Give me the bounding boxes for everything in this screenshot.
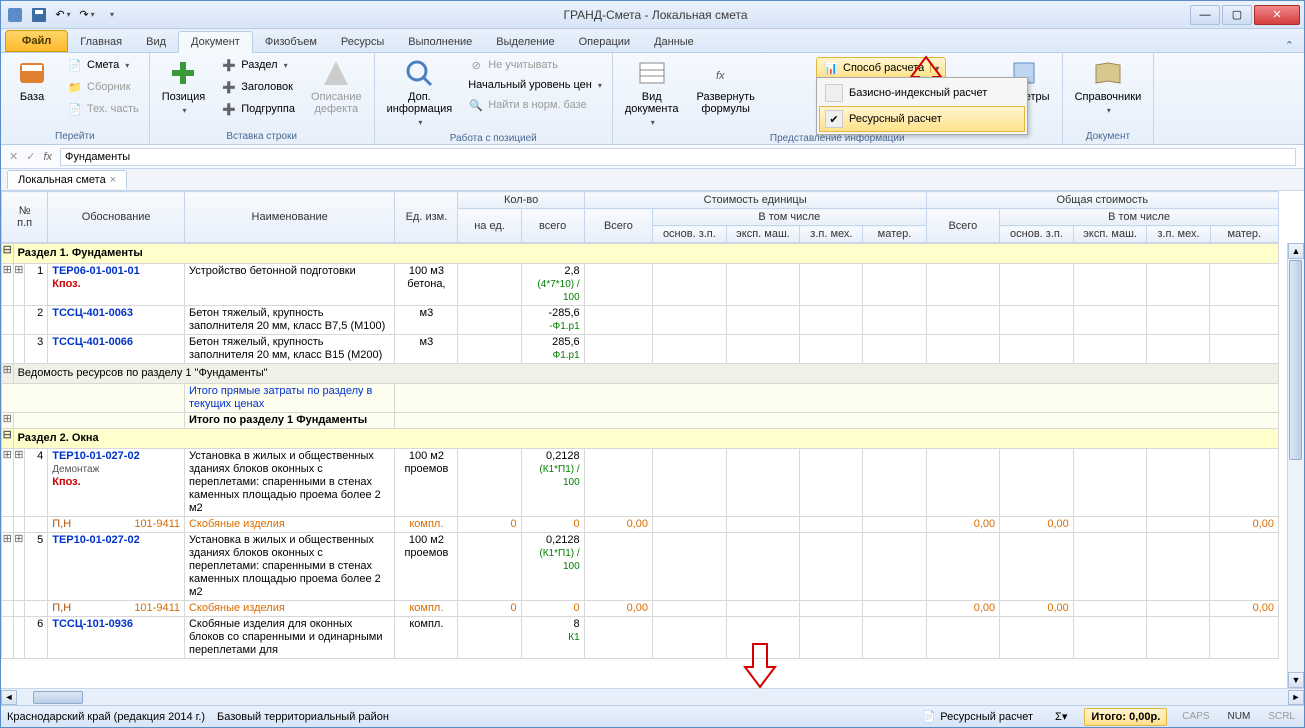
docview-button[interactable]: Вид документа▾	[619, 55, 685, 131]
sheet-icon: 📄	[921, 709, 937, 725]
header-button[interactable]: ➕Заголовок	[217, 77, 299, 97]
qat-more-icon[interactable]: ▾	[101, 5, 121, 25]
horizontal-scrollbar[interactable]: ◄ ►	[1, 688, 1304, 705]
grid-icon	[636, 57, 668, 89]
section-row: ⊟Раздел 2. Окна	[2, 429, 1279, 449]
section-row: ⊟Раздел 1. Фундаменты	[2, 244, 1279, 264]
titlebar: ↶▾ ↷▾ ▾ ГРАНД-Смета - Локальная смета — …	[1, 1, 1304, 29]
status-area: Базовый территориальный район	[217, 711, 389, 723]
grid-body[interactable]: ⊟Раздел 1. Фундаменты ⊞⊞ 1 ТЕР06-01-001-…	[1, 243, 1279, 659]
table-row: П,Н101-9411 Скобяные изделия компл. 0 0 …	[2, 601, 1279, 617]
annotation-arrow-down	[740, 642, 780, 692]
sbornik-button: 📁Сборник	[63, 77, 143, 97]
scrl-indicator: SCRL	[1265, 711, 1298, 722]
checkbox-checked-icon: ✔	[825, 110, 843, 128]
sheet-tabs: Локальная смета ×	[1, 169, 1304, 191]
defect-desc-button: Описание дефекта	[305, 55, 368, 117]
minimize-button[interactable]: —	[1190, 5, 1220, 25]
tab-view[interactable]: Вид	[134, 32, 178, 52]
warn-icon	[320, 57, 352, 89]
baselevel-button[interactable]: Начальный уровень цен▾	[464, 77, 606, 93]
file-tab[interactable]: Файл	[5, 30, 68, 52]
caps-indicator: CAPS	[1179, 711, 1212, 722]
group-doc-label: Документ	[1069, 129, 1148, 144]
grid-header: № п.п Обоснование Наименование Ед. изм. …	[1, 191, 1279, 243]
qat-save-icon[interactable]	[29, 5, 49, 25]
status-sigma-icon[interactable]: Σ▾	[1050, 708, 1072, 725]
table-row: П,Н101-9411 Скобяные изделия компл. 0 0 …	[2, 517, 1279, 533]
sheet-tab[interactable]: Локальная смета ×	[7, 170, 127, 189]
subgroup-button[interactable]: ➕Подгруппа	[217, 99, 299, 119]
qat-redo-icon[interactable]: ↷▾	[77, 5, 97, 25]
ribbon: База 📄Смета▾ 📁Сборник 📄Тех. часть Перейт…	[1, 53, 1304, 145]
status-bar: Краснодарский край (редакция 2014 г.) Ба…	[1, 705, 1304, 727]
table-row: 3 ТССЦ-401-0066 Бетон тяжелый, крупность…	[2, 335, 1279, 364]
vertical-scrollbar[interactable]: ▲ ▼	[1287, 243, 1304, 688]
sheet-close-icon[interactable]: ×	[110, 174, 116, 186]
smeta-button[interactable]: 📄Смета▾	[63, 55, 143, 75]
table-row: ⊞⊞ 5 ТЕР10-01-027-02 Установка в жилых и…	[2, 533, 1279, 601]
ignore-button: ⊘Не учитывать	[464, 55, 606, 75]
tab-resources[interactable]: Ресурсы	[329, 32, 396, 52]
table-row: 6 ТССЦ-101-0936 Скобяные изделия для око…	[2, 617, 1279, 659]
tab-phys[interactable]: Физобъем	[253, 32, 329, 52]
sprav-button[interactable]: Справочники▾	[1069, 55, 1148, 119]
doc-icon: 📄	[67, 101, 83, 117]
folder-icon: 📁	[67, 79, 83, 95]
window-title: ГРАНД-Смета - Локальная смета	[121, 8, 1190, 22]
database-icon	[16, 57, 48, 89]
num-indicator: NUM	[1225, 711, 1254, 722]
dopinfo-button[interactable]: Доп. информация▾	[381, 55, 459, 131]
tab-exec[interactable]: Выполнение	[396, 32, 484, 52]
sheet-icon: 📄	[67, 57, 83, 73]
base-button[interactable]: База	[7, 55, 57, 105]
data-grid: № п.п Обоснование Наименование Ед. изм. …	[1, 191, 1304, 705]
fbar-cancel-icon[interactable]: ✕	[9, 150, 18, 163]
group-goto-label: Перейти	[7, 129, 143, 144]
tab-document[interactable]: Документ	[178, 31, 253, 53]
book-icon	[1092, 57, 1124, 89]
status-calc-mode[interactable]: 📄 Ресурсный расчет	[916, 707, 1038, 727]
fx-label: fx	[43, 151, 52, 163]
position-button[interactable]: Позиция▾	[156, 55, 212, 119]
group-pos-label: Работа с позицией	[381, 131, 606, 146]
totals-row: ⊞Итого по разделу 1 Фундаменты	[2, 413, 1279, 429]
fx-icon: fx	[710, 57, 742, 89]
table-row: ⊞⊞ 4 ТЕР10-01-027-02ДемонтажКпоз. Устано…	[2, 449, 1279, 517]
tab-home[interactable]: Главная	[68, 32, 134, 52]
section-button[interactable]: ➕Раздел▾	[217, 55, 299, 75]
qat-undo-icon[interactable]: ↶▾	[53, 5, 73, 25]
svg-text:fx: fx	[716, 70, 725, 82]
checkbox-empty-icon	[825, 84, 843, 102]
findnorm-button: 🔍Найти в норм. базе	[464, 95, 606, 115]
close-button[interactable]: ✕	[1254, 5, 1300, 25]
tab-selection[interactable]: Выделение	[484, 32, 566, 52]
table-row: 2 ТССЦ-401-0063 Бетон тяжелый, крупность…	[2, 306, 1279, 335]
plus-icon	[167, 57, 199, 89]
calc-icon: 📊	[823, 60, 839, 76]
fbar-accept-icon[interactable]: ✓	[26, 150, 35, 163]
tab-operations[interactable]: Операции	[567, 32, 642, 52]
magnify-icon	[403, 57, 435, 89]
formula-input[interactable]	[60, 148, 1296, 166]
ribbon-tabs: Файл Главная Вид Документ Физобъем Ресур…	[1, 29, 1304, 53]
method-dropdown: Базисно-индексный расчет ✔ Ресурсный рас…	[816, 77, 1028, 135]
techpart-button: 📄Тех. часть	[63, 99, 143, 119]
ribbon-collapse-icon[interactable]: ⌃	[1285, 39, 1304, 52]
maximize-button[interactable]: ▢	[1222, 5, 1252, 25]
totals-row: Итого прямые затраты по разделу в текущи…	[2, 384, 1279, 413]
tab-data[interactable]: Данные	[642, 32, 706, 52]
qat-app-icon[interactable]	[5, 5, 25, 25]
vedom-row: ⊞Ведомость ресурсов по разделу 1 "Фундам…	[2, 364, 1279, 384]
group-insert-label: Вставка строки	[156, 129, 368, 144]
method-option-resource[interactable]: ✔ Ресурсный расчет	[819, 106, 1025, 132]
method-option-basis[interactable]: Базисно-индексный расчет	[819, 80, 1025, 106]
expand-button[interactable]: fx Развернуть формулы	[691, 55, 761, 117]
table-row: ⊞⊞ 1 ТЕР06-01-001-01Кпоз. Устройство бет…	[2, 264, 1279, 306]
formula-bar: ✕ ✓ fx	[1, 145, 1304, 169]
status-total: Итого: 0,00р.	[1084, 708, 1167, 726]
status-region: Краснодарский край (редакция 2014 г.)	[7, 711, 205, 723]
